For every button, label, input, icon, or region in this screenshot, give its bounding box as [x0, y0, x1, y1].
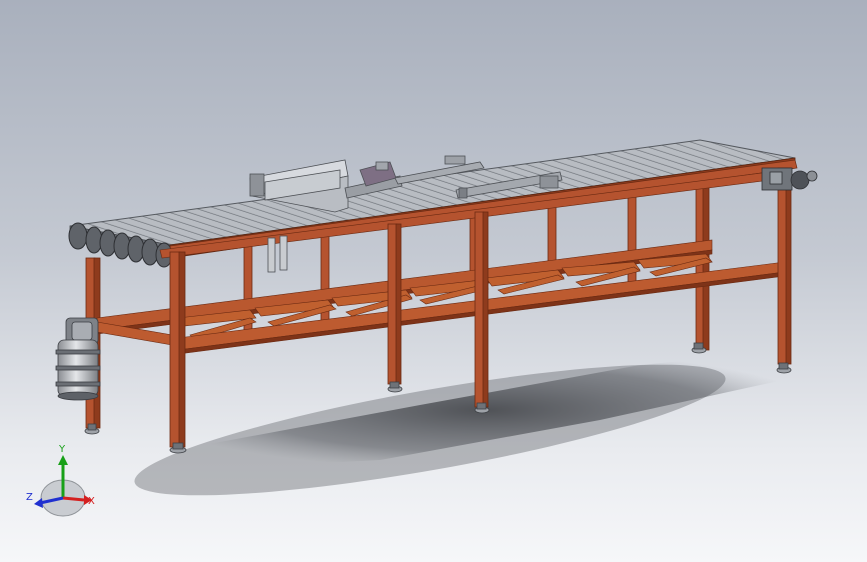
coordinate-triad: Y X Z: [26, 444, 95, 517]
x-axis-label: X: [88, 496, 95, 507]
conveyor-belt[interactable]: [69, 139, 796, 259]
ground-shadow: [134, 350, 820, 496]
drive-motor[interactable]: [55, 317, 101, 401]
x-axis-arrow: [62, 496, 85, 502]
z-axis-label: Z: [26, 492, 33, 503]
y-axis-label: Y: [58, 444, 66, 455]
cad-viewport[interactable]: Y X Z: [0, 0, 867, 562]
cross-braces: [177, 253, 713, 341]
tail-idler: [761, 167, 818, 191]
